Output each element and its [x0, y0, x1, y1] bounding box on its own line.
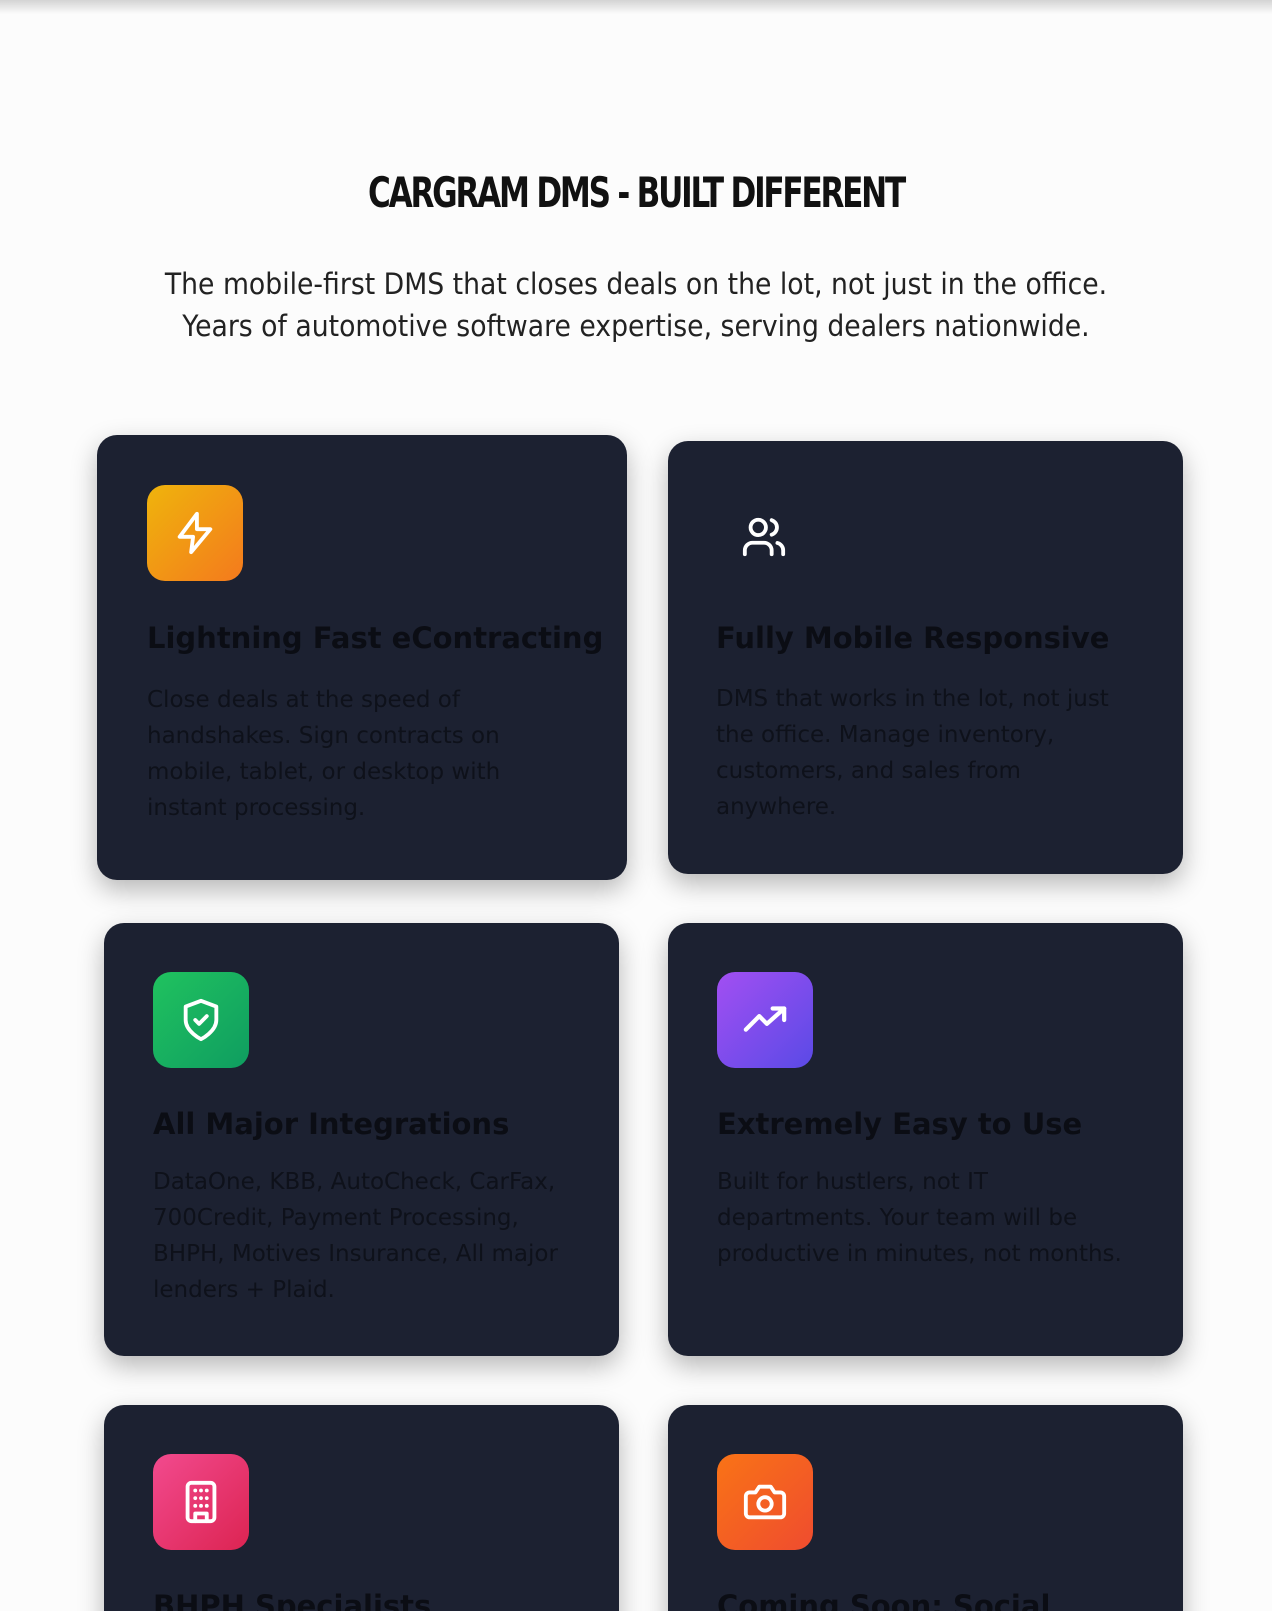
feature-title: Lightning Fast eContracting — [147, 621, 604, 655]
feature-description-line: DataOne, KBB, AutoCheck, CarFax, — [153, 1169, 556, 1195]
feature-description: Built for hustlers, not IT departments. … — [717, 1164, 1122, 1272]
feature-description-line: anywhere. — [716, 794, 837, 820]
feature-description: DMS that works in the lot, not just the … — [716, 681, 1109, 825]
feature-card-integrations: All Major Integrations DataOne, KBB, Aut… — [104, 923, 619, 1356]
feature-title: All Major Integrations — [153, 1107, 510, 1141]
section-heading: CARGRAM DMS - BUILT DIFFERENT — [368, 168, 906, 217]
header-shadow — [0, 0, 1272, 14]
feature-description-line: mobile, tablet, or desktop with — [147, 759, 501, 785]
feature-description-line: Close deals at the speed of — [147, 687, 460, 713]
feature-description-line: lenders + Plaid. — [153, 1277, 335, 1303]
feature-description-line: 700Credit, Payment Processing, — [153, 1205, 519, 1231]
trending-up-icon — [717, 972, 813, 1068]
feature-card-easy-to-use: Extremely Easy to Use Built for hustlers… — [668, 923, 1183, 1356]
feature-title: Extremely Easy to Use — [717, 1107, 1083, 1141]
feature-title: BHPH Specialists — [153, 1589, 432, 1611]
feature-description-line: the office. Manage inventory, — [716, 722, 1055, 748]
feature-card-mobile: Fully Mobile Responsive DMS that works i… — [668, 441, 1183, 874]
feature-card-social: Coming Soon: Social — [668, 1405, 1183, 1611]
feature-card-econtracting: Lightning Fast eContracting Close deals … — [97, 435, 627, 880]
feature-description-line: productive in minutes, not months. — [717, 1241, 1122, 1267]
feature-description-line: Built for hustlers, not IT — [717, 1169, 988, 1195]
feature-description-line: customers, and sales from — [716, 758, 1021, 784]
feature-card-bhph: BHPH Specialists — [104, 1405, 619, 1611]
subtitle-line-1: The mobile-first DMS that closes deals o… — [164, 267, 1108, 301]
section-subtitle: The mobile-first DMS that closes deals o… — [51, 263, 1221, 347]
feature-description-line: DMS that works in the lot, not just — [716, 686, 1109, 712]
feature-description-line: BHPH, Motives Insurance, All major — [153, 1241, 558, 1267]
feature-description-line: departments. Your team will be — [717, 1205, 1078, 1231]
feature-description: DataOne, KBB, AutoCheck, CarFax, 700Cred… — [153, 1164, 558, 1308]
feature-description-line: handshakes. Sign contracts on — [147, 723, 500, 749]
subtitle-line-2: Years of automotive software expertise, … — [182, 309, 1090, 343]
feature-title: Coming Soon: Social — [717, 1589, 1051, 1611]
camera-icon — [717, 1454, 813, 1550]
feature-title: Fully Mobile Responsive — [716, 621, 1110, 655]
users-icon — [716, 489, 812, 585]
features-section: CARGRAM DMS - BUILT DIFFERENT The mobile… — [0, 0, 1272, 1611]
feature-description-line: instant processing. — [147, 795, 366, 821]
building-icon — [153, 1454, 249, 1550]
lightning-icon — [147, 485, 243, 581]
shield-check-icon — [153, 972, 249, 1068]
feature-description: Close deals at the speed of handshakes. … — [147, 682, 500, 826]
